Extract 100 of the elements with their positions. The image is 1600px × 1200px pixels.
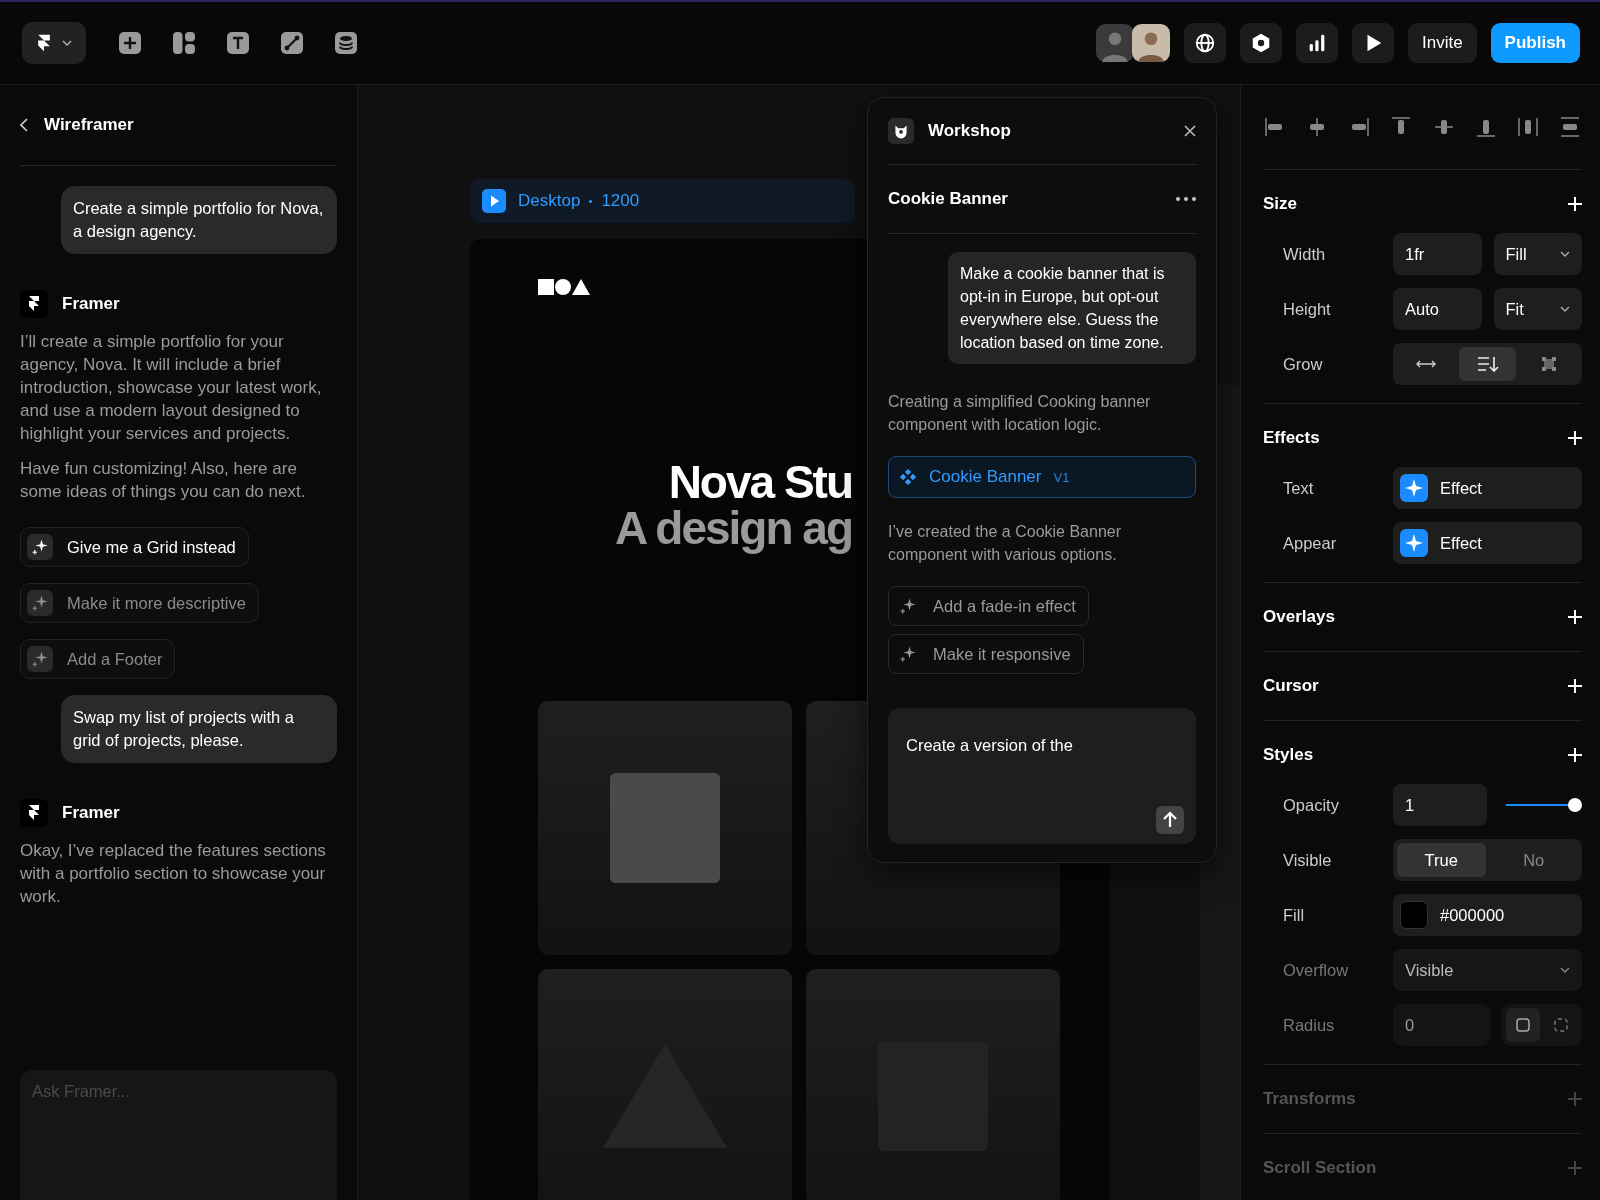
section-title: Scroll Section (1263, 1158, 1377, 1178)
value-field[interactable]: 1fr (1393, 233, 1482, 275)
color-field[interactable]: #000000 (1393, 894, 1582, 936)
property-label: Text (1282, 478, 1315, 498)
assistant-message: Okay, I’ve replaced the features sections with a portfolio section to showcase your work. (20, 840, 327, 908)
play-button[interactable] (1351, 23, 1394, 63)
globe-button[interactable] (1183, 23, 1226, 63)
color-swatch[interactable] (1400, 901, 1428, 929)
author-name: Framer (62, 803, 120, 823)
close-icon[interactable] (1184, 125, 1196, 137)
shapes-logo-icon (538, 279, 590, 295)
assistant-message: I’ve created the a Cookie Banner component with various options. (888, 522, 1123, 565)
value-field[interactable]: 1 (1393, 784, 1487, 826)
section-title: Effects (1263, 428, 1320, 448)
sort-down-icon (1476, 356, 1499, 372)
pen-icon[interactable] (280, 31, 304, 55)
effect-button[interactable]: Effect (1393, 467, 1582, 509)
breakpoint-width: 1200 (601, 191, 640, 211)
suggestion-button[interactable]: Make it more descriptive (20, 583, 259, 623)
chevron-down-icon (1560, 251, 1570, 257)
section-title: Styles (1263, 745, 1314, 765)
property-label: Overflow (1282, 960, 1350, 980)
sparkle-icon (27, 590, 53, 616)
section-title: Cursor (1263, 676, 1319, 696)
value-field[interactable]: 0 (1393, 1004, 1490, 1046)
section-title: Overlays (1263, 607, 1335, 627)
effect-button[interactable]: Effect (1393, 522, 1582, 564)
hexagon-button[interactable] (1239, 23, 1282, 63)
dashed-square-icon (1553, 1018, 1568, 1032)
author-name: Framer (62, 294, 120, 314)
suggestion-button[interactable]: Add a fade-in effect (888, 586, 1089, 626)
value-field[interactable]: Auto (1393, 288, 1482, 330)
property-label: Height (1282, 299, 1332, 319)
align-icon[interactable] (1558, 115, 1582, 139)
workshop-icon (888, 118, 914, 144)
segment[interactable] (1505, 1008, 1540, 1042)
framer-logo-icon (20, 799, 48, 827)
separator-dot (589, 199, 593, 203)
property-label: Appear (1282, 533, 1338, 553)
component-icon (899, 468, 917, 486)
property-label: Width (1282, 244, 1327, 264)
align-icon[interactable] (1515, 115, 1540, 139)
back-icon[interactable] (20, 118, 28, 132)
add-icon[interactable] (118, 31, 142, 55)
dropdown[interactable]: Fill (1493, 233, 1582, 275)
property-label: Radius (1282, 1015, 1336, 1035)
framer-logo-icon (20, 290, 48, 318)
breakpoint-label: Desktop (518, 191, 581, 211)
property-label: Grow (1282, 354, 1324, 374)
property-label: Fill (1282, 905, 1306, 925)
send-icon[interactable] (1156, 806, 1184, 834)
sparkle-icon (27, 646, 53, 672)
database-icon[interactable] (334, 31, 358, 55)
segmented-control[interactable] (1501, 1004, 1582, 1046)
user-message: Make a cookie banner that is opt-in in Europe, but opt-out everywhere else. Guess the location based on time zone. (948, 252, 1196, 364)
version-label: V1 (1053, 469, 1070, 485)
text-tool-icon[interactable] (226, 31, 250, 55)
suggestion-button[interactable]: Give me a Grid instead (20, 527, 249, 567)
section-title: Cookie Banner (888, 189, 1008, 209)
analytics-button[interactable] (1295, 23, 1338, 63)
chevron-down-icon (62, 40, 72, 46)
segment[interactable] (1458, 347, 1517, 381)
avatar[interactable] (1131, 24, 1170, 62)
property-label: Opacity (1282, 795, 1340, 815)
sparkle-icon (1400, 529, 1428, 557)
assistant-message: I’ll create a simple portfolio for your agency, Nova. It will include a brief introduction, showcase your latest work, and use a modern layout designed to highlight your services and projects. (20, 331, 323, 445)
assistant-message: Have fun customizing! Also, here are some ideas of things you can do next. (20, 458, 307, 503)
square-icon (1515, 1018, 1530, 1032)
toggle-option[interactable]: True (1397, 843, 1486, 877)
breakpoint-bar[interactable]: Desktop 1200 (470, 179, 855, 223)
framer-menu-button[interactable] (22, 22, 86, 64)
property-label: Visible (1282, 850, 1333, 870)
panel-title: Wireframer (44, 115, 134, 135)
layout-icon[interactable] (172, 31, 196, 55)
dropdown[interactable]: Fit (1493, 288, 1582, 330)
component-chip[interactable]: Cookie Banner V1 (888, 456, 1196, 498)
invite-button[interactable]: Invite (1407, 23, 1477, 63)
user-message: Swap my list of projects with a grid of projects, please. (61, 695, 337, 763)
avatar[interactable] (1095, 24, 1134, 62)
double-arrow-icon (1415, 359, 1436, 369)
section-title: Size (1263, 194, 1298, 214)
segmented-control[interactable] (1393, 343, 1582, 385)
hero-heading: Nova Stu (667, 459, 852, 505)
chevron-down-icon (1560, 306, 1570, 312)
toggle-option[interactable]: No (1489, 843, 1578, 877)
dropdown[interactable]: Visible (1393, 949, 1582, 991)
prompt-field[interactable]: Create a version of the (888, 708, 1196, 844)
frame-icon (1541, 356, 1558, 372)
sparkle-icon (1400, 474, 1428, 502)
suggestion-button[interactable]: Add a Footer (20, 639, 176, 679)
chevron-down-icon (1560, 967, 1570, 973)
suggestion-button[interactable]: Make it responsive (888, 634, 1084, 674)
user-message: Create a simple portfolio for Nova, a design agency. (61, 186, 337, 254)
play-icon (482, 189, 506, 213)
globe-icon (1193, 32, 1216, 54)
assistant-message: Creating a simplified Cooking banner component with location logic. (888, 392, 1152, 435)
sparkle-icon (27, 534, 53, 560)
more-icon[interactable] (1176, 197, 1196, 201)
panel-title: Workshop (928, 121, 1012, 141)
component-name: Cookie Banner (929, 467, 1042, 487)
